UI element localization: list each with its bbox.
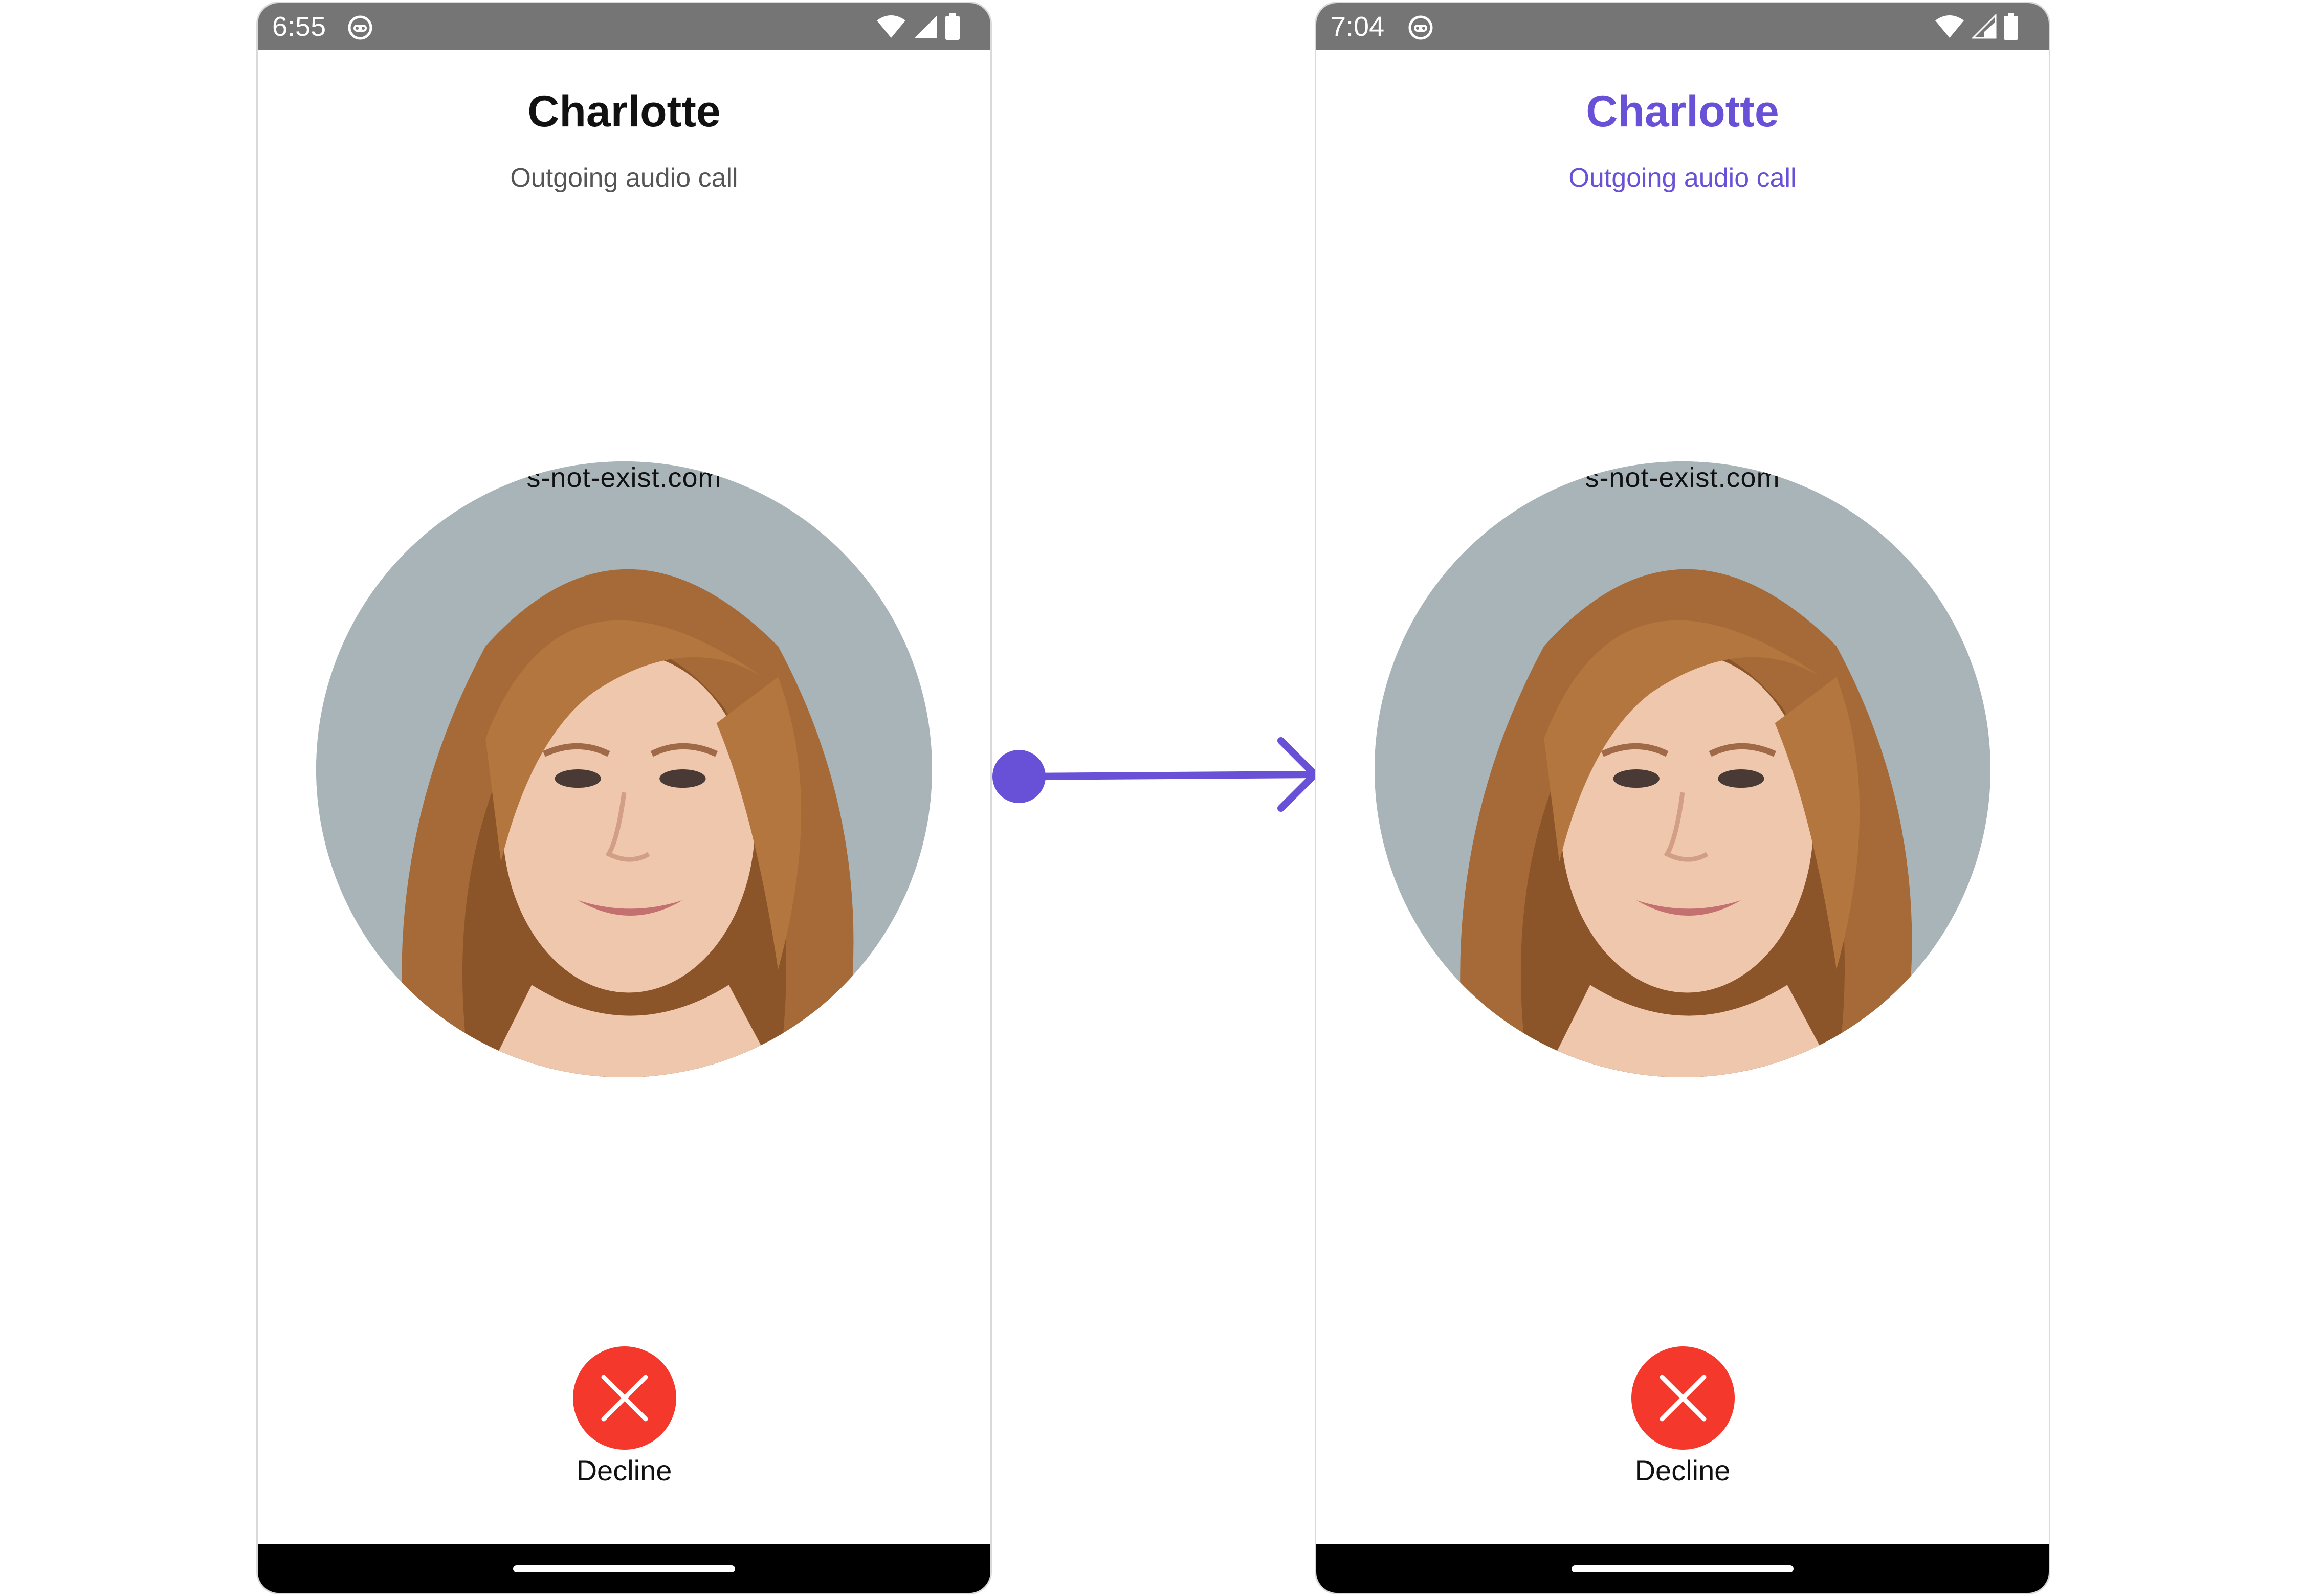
close-icon	[601, 1375, 648, 1422]
caller-name: Charlotte	[527, 87, 721, 136]
navigation-bar	[258, 1544, 990, 1593]
decline-label: Decline	[1634, 1454, 1731, 1487]
caller-name: Charlotte	[1586, 87, 1779, 136]
avatar: s-not-exist.com	[316, 461, 932, 1077]
status-bar: 7:04	[1316, 3, 2049, 50]
decline-label: Decline	[576, 1454, 672, 1487]
battery-icon	[945, 13, 960, 40]
call-status: Outgoing audio call	[1568, 163, 1797, 193]
avatar-watermark: s-not-exist.com	[1585, 462, 1780, 493]
wifi-icon	[876, 14, 906, 39]
navigation-bar	[1316, 1544, 2049, 1593]
avatar-watermark: s-not-exist.com	[526, 462, 722, 493]
arrow-right-icon	[992, 737, 1318, 812]
avatar-photo	[316, 461, 932, 1077]
home-indicator[interactable]	[1572, 1565, 1794, 1572]
status-time: 7:04	[1331, 11, 1385, 42]
avatar: s-not-exist.com	[1375, 461, 1990, 1077]
launcher-face-icon	[347, 14, 373, 41]
phone-screen-after: 7:04 Charlotte Outgoing audio call s-not…	[1315, 2, 2050, 1594]
close-icon	[1660, 1375, 1707, 1422]
status-icons	[1934, 13, 2018, 40]
cellular-signal-icon	[914, 14, 938, 39]
phone-screen-before: 6:55 Charlotte Outgoing audio call s-not…	[256, 2, 992, 1594]
cellular-signal-icon	[1972, 14, 1997, 39]
status-bar: 6:55	[258, 3, 990, 50]
decline-button[interactable]	[573, 1346, 676, 1450]
decline-button[interactable]	[1631, 1346, 1735, 1450]
status-time: 6:55	[272, 11, 326, 42]
call-status: Outgoing audio call	[510, 163, 738, 193]
battery-icon	[2004, 13, 2018, 40]
avatar-photo	[1375, 461, 1990, 1077]
home-indicator[interactable]	[513, 1565, 735, 1572]
status-icons	[876, 13, 960, 40]
wifi-icon	[1934, 14, 1965, 39]
launcher-face-icon	[1407, 14, 1434, 41]
